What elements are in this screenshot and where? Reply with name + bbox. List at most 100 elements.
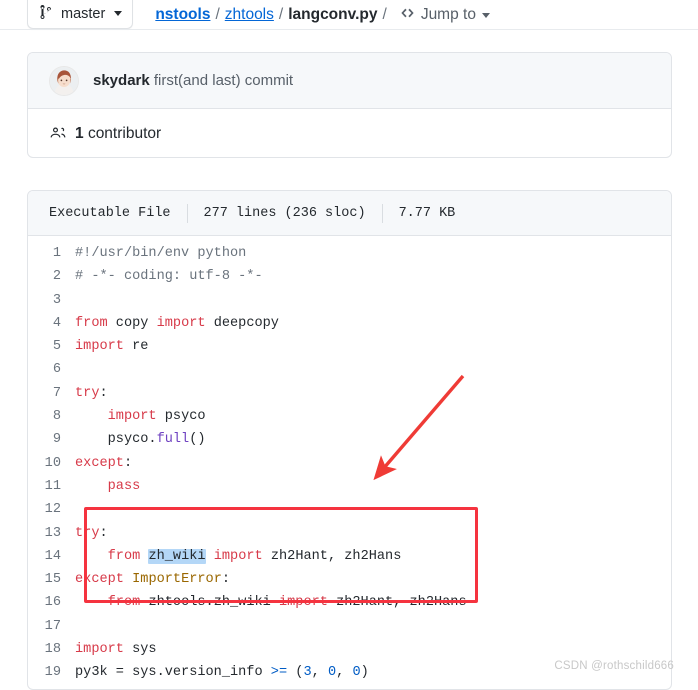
line-number[interactable]: 1 (28, 242, 75, 265)
code-line-content[interactable]: psyco.full() (75, 428, 671, 451)
code-token: zh2Hant, zh2Hans (327, 595, 467, 611)
line-number[interactable]: 12 (28, 498, 75, 521)
line-number[interactable]: 17 (28, 615, 75, 638)
file-view-card: Executable File 277 lines (236 sloc) 7.7… (27, 190, 672, 690)
line-number[interactable]: 3 (28, 289, 75, 312)
contributors-label[interactable]: 1 contributor (75, 125, 161, 143)
line-number[interactable]: 18 (28, 638, 75, 661)
code-line-content[interactable]: from copy import deepcopy (75, 312, 671, 335)
line-number[interactable]: 9 (28, 428, 75, 451)
code-token: import (107, 409, 157, 425)
file-mode-label: Executable File (49, 205, 171, 221)
code-brackets-icon (399, 6, 416, 24)
code-line: 10 except: (28, 452, 671, 475)
chevron-down-icon (481, 12, 490, 18)
code-line-content[interactable]: # -*- coding: utf-8 -*- (75, 265, 671, 288)
code-token: copy (107, 315, 157, 331)
code-line-content[interactable]: import re (75, 335, 671, 358)
code-line-content[interactable]: import sys (75, 638, 671, 661)
breadcrumb-separator: / (278, 6, 284, 24)
code-block[interactable]: 1 #!/usr/bin/env python 2 # -*- coding: utf… (28, 236, 671, 690)
code-line: 16 from zhtools.zh_wiki import zh2Hant, … (28, 591, 671, 614)
code-token: : (123, 455, 133, 471)
code-line: 1 #!/usr/bin/env python (28, 242, 671, 265)
contributors-count: 1 (75, 124, 84, 142)
line-number[interactable]: 10 (28, 452, 75, 475)
code-line-content[interactable]: pass (75, 475, 671, 498)
code-line: 20 (28, 685, 671, 690)
code-token: psyco. (75, 432, 157, 448)
divider (381, 203, 383, 223)
code-line-content[interactable] (75, 289, 671, 312)
code-token: pass (107, 478, 141, 494)
code-line: 17 (28, 615, 671, 638)
line-number[interactable]: 16 (28, 591, 75, 614)
code-token: try (75, 525, 100, 541)
code-line-content[interactable]: try: (75, 522, 671, 545)
breadcrumb-separator: / (215, 6, 220, 24)
line-number[interactable]: 6 (28, 358, 75, 381)
code-line-content[interactable]: except ImportError: (75, 568, 671, 591)
code-line-content[interactable] (75, 358, 671, 381)
code-token: : (221, 572, 231, 588)
code-line-content[interactable]: except: (75, 452, 671, 475)
code-token: 0 (352, 665, 361, 681)
code-token: from (107, 595, 141, 611)
code-token: re (123, 339, 149, 355)
code-line-content[interactable]: from zhtools.zh_wiki import zh2Hant, zh2… (75, 591, 671, 614)
code-token: ( (287, 665, 304, 681)
code-token: 0 (327, 665, 337, 681)
code-line-content[interactable]: from zh_wiki import zh2Hant, zh2Hans (75, 545, 671, 568)
code-line: 5 import re (28, 335, 671, 358)
code-line-content[interactable] (75, 498, 671, 521)
code-token: import (156, 315, 206, 331)
code-token: zh2Hant, zh2Hans (262, 548, 402, 564)
line-number[interactable]: 11 (28, 475, 75, 498)
line-number[interactable]: 4 (28, 312, 75, 335)
line-number[interactable]: 20 (28, 685, 75, 690)
line-number[interactable]: 5 (28, 335, 75, 358)
code-token: from (107, 548, 141, 564)
code-token: sys (123, 642, 157, 658)
line-number[interactable]: 15 (28, 568, 75, 591)
breadcrumb: nstools / zhtools / langconv.py / Jump t… (155, 6, 490, 24)
code-line-content[interactable]: import psyco (75, 405, 671, 428)
code-token: () (189, 432, 206, 448)
line-number[interactable]: 14 (28, 545, 75, 568)
code-token: psyco (156, 409, 206, 425)
code-token: # -*- coding: utf-8 -*- (75, 269, 263, 285)
code-token: py3k = sys.version_info (75, 665, 271, 681)
branch-name-label: master (61, 5, 106, 22)
code-token: #!/usr/bin/env python (75, 246, 247, 261)
line-number[interactable]: 7 (28, 382, 75, 405)
code-line-content[interactable] (75, 685, 671, 689)
line-number[interactable]: 2 (28, 265, 75, 288)
line-number[interactable]: 13 (28, 522, 75, 545)
chevron-down-icon (114, 11, 123, 16)
code-token: 3 (303, 665, 312, 681)
code-token: import (75, 642, 124, 658)
commit-message-text: skydark first(and last) commit (93, 72, 293, 89)
breadcrumb-bar: master nstools / zhtools / langconv.py /… (0, 0, 698, 30)
breadcrumb-link-directory[interactable]: zhtools (225, 7, 274, 23)
code-line: 13 try: (28, 522, 671, 545)
breadcrumb-link-repo-owner[interactable]: nstools (155, 7, 210, 23)
code-line: 8 import psyco (28, 405, 671, 428)
code-line-content[interactable]: try: (75, 382, 671, 405)
avatar[interactable] (49, 65, 79, 96)
code-token: import (278, 595, 328, 611)
jump-to-button[interactable]: Jump to (399, 6, 490, 24)
divider (186, 203, 188, 223)
branch-selector-button[interactable]: master (27, 0, 134, 29)
line-number[interactable]: 8 (28, 405, 75, 428)
code-token: import (75, 339, 124, 355)
code-line: 9 psyco.full() (28, 428, 671, 451)
line-number[interactable]: 19 (28, 661, 75, 684)
code-line-content[interactable]: #!/usr/bin/env python (75, 242, 671, 265)
commit-author-link[interactable]: skydark (93, 72, 150, 89)
commit-message[interactable]: first(and last) commit (154, 72, 293, 89)
code-line-content[interactable] (75, 615, 671, 638)
